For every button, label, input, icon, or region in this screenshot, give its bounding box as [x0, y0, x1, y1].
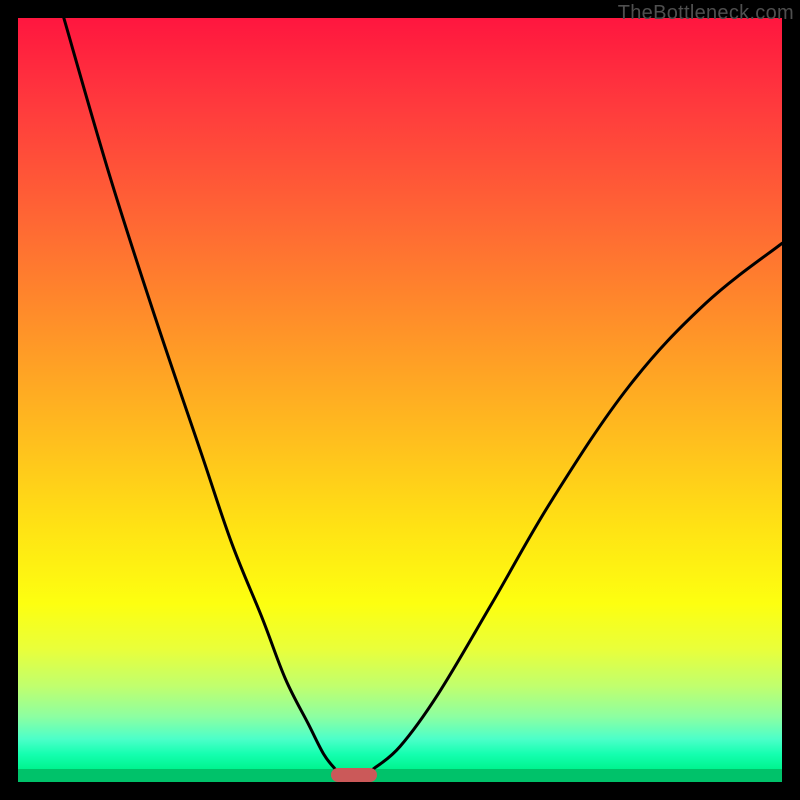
- right-branch-path: [373, 243, 782, 769]
- plot-area: [18, 18, 782, 782]
- chart-frame: [18, 18, 782, 782]
- bottleneck-marker: [331, 768, 377, 782]
- curve-layer: [18, 18, 782, 782]
- left-branch-path: [64, 18, 335, 769]
- watermark-text: TheBottleneck.com: [618, 2, 794, 25]
